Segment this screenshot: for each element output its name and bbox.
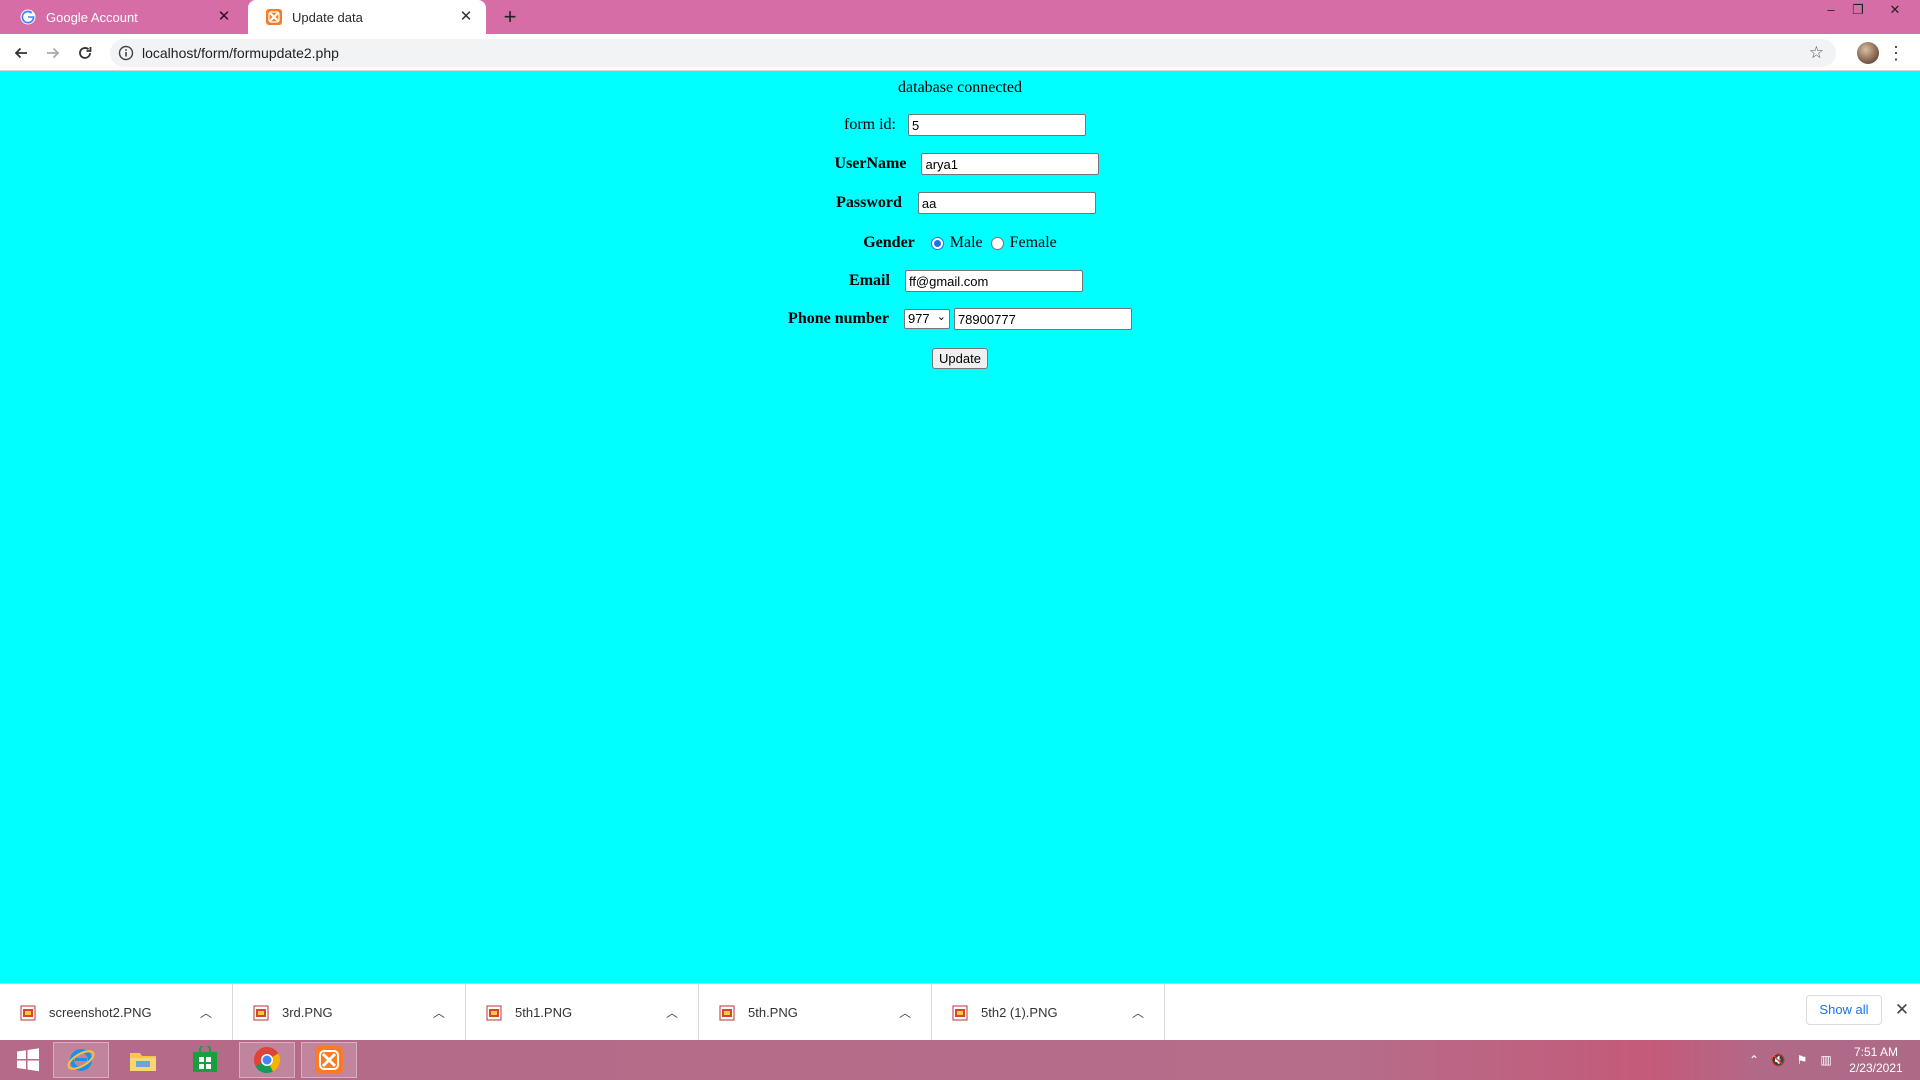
chevron-up-icon[interactable]: ︿: [198, 1004, 214, 1021]
taskbar-explorer-button[interactable]: [115, 1042, 171, 1078]
minimize-button[interactable]: –: [1820, 2, 1842, 18]
download-file-name: 5th.PNG: [748, 1005, 798, 1020]
file-explorer-icon: [130, 1053, 156, 1071]
download-item[interactable]: 3rd.PNG ︿: [233, 984, 466, 1041]
windows-taskbar: ⌃ 🔇 ⚑ ▥ 7:51 AM 2/23/2021: [0, 1040, 1920, 1080]
download-file-name: screenshot2.PNG: [49, 1005, 152, 1020]
tab-close-icon[interactable]: ✕: [458, 9, 474, 25]
show-all-button[interactable]: Show all: [1806, 995, 1882, 1025]
google-g-icon: [20, 9, 36, 25]
username-input[interactable]: [921, 153, 1100, 175]
update-row: Update: [0, 348, 1920, 369]
email-label: Email: [849, 272, 890, 289]
menu-dots-icon[interactable]: ⋮: [1886, 42, 1906, 64]
taskbar-ie-button[interactable]: [53, 1042, 109, 1078]
page-content: database connected form id: UserName Pas…: [0, 72, 1920, 983]
tab-label: Google Account: [46, 9, 138, 25]
gender-male-label: Male: [949, 234, 983, 251]
image-file-icon: [253, 1005, 269, 1020]
form-id-input[interactable]: [908, 114, 1086, 136]
phone-code-value: 977: [907, 311, 930, 326]
phone-row: Phone number 977 ⌄: [0, 308, 1920, 330]
network-icon[interactable]: ▥: [1818, 1052, 1834, 1068]
phone-label: Phone number: [788, 310, 889, 327]
username-row: UserName: [0, 153, 1920, 175]
password-label: Password: [836, 194, 902, 211]
download-file-name: 3rd.PNG: [282, 1005, 333, 1020]
volume-muted-icon[interactable]: 🔇: [1770, 1052, 1786, 1068]
gender-female-label: Female: [1009, 234, 1057, 251]
chevron-up-icon[interactable]: ︿: [664, 1004, 680, 1021]
action-center-flag-icon[interactable]: ⚑: [1794, 1052, 1810, 1068]
gender-label: Gender: [863, 234, 915, 251]
image-file-icon: [20, 1005, 36, 1020]
clock-time: 7:51 AM: [1853, 1045, 1899, 1059]
chrome-icon: [254, 1046, 281, 1074]
url-text: localhost/form/formupdate2.php: [142, 45, 339, 61]
phone-number-input[interactable]: [953, 308, 1132, 330]
image-file-icon: [486, 1005, 502, 1020]
image-file-icon: [952, 1005, 968, 1020]
reload-icon: [79, 47, 92, 59]
address-bar[interactable]: localhost/form/formupdate2.php ☆: [110, 39, 1836, 67]
download-file-name: 5th1.PNG: [515, 1005, 573, 1020]
tab-google-account[interactable]: Google Account ✕: [2, 0, 244, 34]
chevron-up-icon[interactable]: ︿: [431, 1004, 447, 1021]
email-row: Email: [0, 270, 1920, 292]
xampp-icon: [266, 9, 282, 25]
tab-update-data[interactable]: Update data ✕: [248, 0, 486, 34]
xampp-icon: [315, 1046, 343, 1074]
status-text: database connected: [898, 79, 1022, 96]
info-icon[interactable]: [118, 45, 134, 61]
store-icon: [193, 1046, 217, 1072]
username-label: UserName: [834, 155, 907, 172]
taskbar-chrome-button[interactable]: [239, 1042, 295, 1078]
forward-button[interactable]: [40, 40, 66, 66]
tab-close-icon[interactable]: ✕: [216, 9, 232, 25]
close-download-bar-icon[interactable]: ✕: [1892, 999, 1912, 1021]
profile-avatar[interactable]: [1857, 42, 1879, 64]
form-id-label: form id:: [844, 116, 896, 133]
browser-tab-strip: Google Account ✕ Update data ✕ + – ❐ ✕: [0, 0, 1920, 34]
image-file-icon: [719, 1005, 735, 1020]
download-bar: screenshot2.PNG ︿ 3rd.PNG ︿ 5th1.PNG ︿ 5…: [0, 983, 1920, 1041]
update-button[interactable]: Update: [932, 348, 988, 369]
email-input[interactable]: [904, 270, 1083, 292]
forward-arrow-icon: [47, 47, 60, 59]
taskbar-xampp-button[interactable]: [301, 1042, 357, 1078]
download-item[interactable]: 5th.PNG ︿: [699, 984, 932, 1041]
gender-row: Gender Male Female: [0, 234, 1920, 252]
phone-code-select[interactable]: 977 ⌄: [903, 309, 950, 329]
download-item[interactable]: screenshot2.PNG ︿: [0, 984, 233, 1041]
start-button[interactable]: [0, 1042, 56, 1078]
reload-button[interactable]: [72, 40, 98, 66]
download-item[interactable]: 5th2 (1).PNG ︿: [932, 984, 1165, 1041]
gender-male-radio[interactable]: [930, 236, 944, 250]
star-icon[interactable]: ☆: [1809, 43, 1824, 63]
chevron-up-icon[interactable]: ︿: [1130, 1004, 1146, 1021]
restore-button[interactable]: ❐: [1847, 2, 1869, 18]
password-row: Password: [0, 192, 1920, 214]
internet-explorer-icon: [67, 1049, 95, 1071]
form-id-row: form id:: [0, 114, 1920, 136]
chevron-up-icon[interactable]: ︿: [897, 1004, 913, 1021]
tab-label: Update data: [292, 9, 363, 25]
taskbar-clock[interactable]: 7:51 AM 2/23/2021: [1836, 1044, 1916, 1076]
show-hidden-icons-icon[interactable]: ⌃: [1746, 1052, 1762, 1068]
new-tab-button[interactable]: +: [498, 5, 522, 29]
password-input[interactable]: [917, 192, 1096, 214]
back-button[interactable]: [8, 40, 34, 66]
gender-female-radio[interactable]: [990, 236, 1004, 250]
download-item[interactable]: 5th1.PNG ︿: [466, 984, 699, 1041]
download-file-name: 5th2 (1).PNG: [981, 1005, 1058, 1020]
chevron-down-icon: ⌄: [936, 311, 946, 323]
close-window-button[interactable]: ✕: [1884, 2, 1906, 18]
windows-start-icon: [17, 1048, 39, 1072]
back-arrow-icon: [14, 47, 27, 59]
taskbar-store-button[interactable]: [177, 1042, 233, 1078]
browser-toolbar: localhost/form/formupdate2.php ☆ ⋮: [0, 34, 1920, 71]
clock-date: 2/23/2021: [1849, 1061, 1903, 1075]
